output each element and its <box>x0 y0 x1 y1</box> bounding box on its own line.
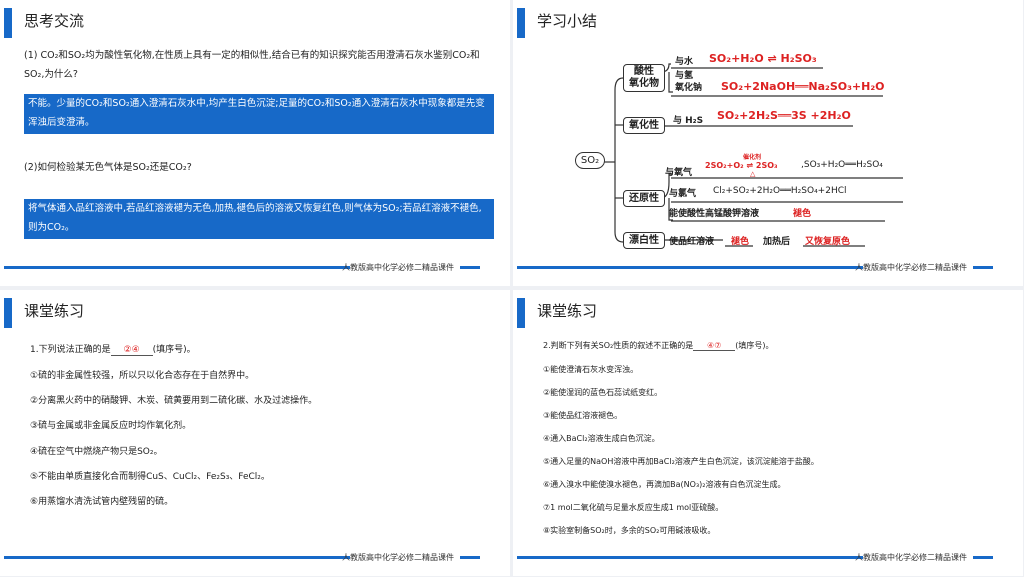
node-oxidizing: 氧化性 <box>623 117 665 134</box>
slide-practice-1: 课堂练习 1.下列说法正确的是 ②④ (填序号)。 ①硫的非金属性较强，所以只以化合… <box>0 290 510 576</box>
footer-text: 人教版高中化学必修二精品课件 <box>855 263 967 272</box>
eq-with-h2s: SO₂+2H₂S══3S +2H₂O <box>717 109 851 122</box>
label-with-h2s: 与 H₂S <box>673 116 704 126</box>
question-2: (2)如何检验某无色气体是SO₂还是CO₂? <box>24 162 192 173</box>
option-item: ②能使湿润的蓝色石蕊试纸变红。 <box>543 388 663 397</box>
kmno4-result: 褪色 <box>793 209 812 219</box>
footer-line-end <box>460 266 480 269</box>
answer-fill: ④⑦ <box>693 341 736 351</box>
footer-text: 人教版高中化学必修二精品课件 <box>342 553 454 562</box>
option-item: ①硫的非金属性较强，所以只以化合态存在于自然界中。 <box>30 371 255 381</box>
footer-line <box>517 266 863 269</box>
slide-summary: 学习小结 SO₂ 酸性 氧化物 与水 SO₂+H₂O ⇌ H₂SO₃ 与氢 氧化… <box>513 0 1023 286</box>
footer-line-end <box>973 556 993 559</box>
question-suffix: (填序号)。 <box>152 345 196 355</box>
title-accent-bar <box>517 298 525 328</box>
eq-with-chlorine: Cl₂+SO₂+2H₂O══H₂SO₄+2HCl <box>713 186 847 196</box>
slide-title: 课堂练习 <box>24 302 85 320</box>
option-item: ④通入BaCl₂溶液生成白色沉淀。 <box>543 434 660 443</box>
question-1: (1) CO₂和SO₂均为酸性氧化物,在性质上具有一定的相似性,结合已有的知识探… <box>24 50 480 80</box>
question-line: 2.判断下列有关SO₂性质的叙述不正确的是 ④⑦ (填序号)。 <box>543 340 773 351</box>
question-prefix: 2.判断下列有关SO₂性质的叙述不正确的是 <box>543 341 694 350</box>
answer-fill: ②④ <box>110 345 153 356</box>
title-accent-bar <box>4 8 12 38</box>
eq-with-naoh: SO₂+2NaOH══Na₂SO₃+H₂O <box>721 80 885 93</box>
footer-line-end <box>460 556 480 559</box>
node-reducing: 还原性 <box>623 190 665 207</box>
label-with-oxygen: 与氧气 <box>665 168 693 178</box>
slide-title: 思考交流 <box>24 12 85 30</box>
option-item: ⑤通入足量的NaOH溶液中再加BaCl₂溶液产生白色沉淀，该沉淀能溶于盐酸。 <box>543 457 819 466</box>
eq-with-water: SO₂+H₂O ⇌ H₂SO₃ <box>709 52 817 65</box>
option-item: ②分离黑火药中的硝酸钾、木炭、硫黄要用到二硫化碳、水及过滤操作。 <box>30 396 318 406</box>
bleach-result: 褪色 <box>731 237 750 247</box>
slide-practice-2: 课堂练习 2.判断下列有关SO₂性质的叙述不正确的是 ④⑦ (填序号)。 ①能使澄清… <box>513 290 1023 576</box>
footer-line <box>4 266 350 269</box>
node-acidic-oxide: 酸性 氧化物 <box>623 64 665 92</box>
option-item: ③硫与金属或非金属反应时均作氧化剂。 <box>30 421 192 431</box>
answer-box-1: 不能。少量的CO₂和SO₂通入澄清石灰水中,均产生白色沉淀;足量的CO₂和SO₂… <box>24 94 494 134</box>
eq-with-oxygen: 2SO₂+O₂ ⇌ 2SO₃ <box>705 161 778 170</box>
mind-map-lines <box>601 63 903 247</box>
slide-title: 课堂练习 <box>537 302 598 320</box>
option-item: ③能使品红溶液褪色。 <box>543 411 623 420</box>
heat-symbol: △ <box>750 170 756 178</box>
footer-line <box>4 556 350 559</box>
label-with-chlorine: 与氯气 <box>669 189 697 199</box>
question-line: 1.下列说法正确的是 ②④ (填序号)。 <box>30 342 196 356</box>
option-item: ④硫在空气中燃烧产物只是SO₂。 <box>30 447 163 457</box>
option-item: ⑤不能由单质直接化合而制得CuS、CuCl₂、Fe₂S₃、FeCl₂。 <box>30 472 270 482</box>
footer-text: 人教版高中化学必修二精品课件 <box>342 263 454 272</box>
footer-line-end <box>973 266 993 269</box>
answer-box-2: 将气体通入品红溶液中,若品红溶液褪为无色,加热,褪色后的溶液又恢复红色,则气体为… <box>24 199 494 239</box>
label-magenta: 使品红溶液 <box>669 237 715 247</box>
bleach-result-restore: 又恢复原色 <box>805 237 851 247</box>
root-node-so2: SO₂ <box>575 152 605 169</box>
option-item: ⑦1 mol二氧化硫与足量水反应生成1 mol亚硫酸。 <box>543 503 724 512</box>
option-item: ①能使澄清石灰水变浑浊。 <box>543 365 639 374</box>
footer-text: 人教版高中化学必修二精品课件 <box>855 553 967 562</box>
option-item: ⑧实验室制备SO₂时，多余的SO₂可用碱液吸收。 <box>543 526 716 535</box>
label-after-heating: 加热后 <box>763 237 791 247</box>
label-kmno4: 能使酸性高锰酸钾溶液 <box>669 209 760 219</box>
question-suffix: (填序号)。 <box>735 341 774 350</box>
label-with-water: 与水 <box>675 57 694 67</box>
option-item: ⑥用蒸馏水清洗试管内壁残留的硫。 <box>30 497 174 507</box>
label-with-naoh: 与氢 氧化钠 <box>675 71 703 93</box>
node-bleaching: 漂白性 <box>623 232 665 249</box>
title-accent-bar <box>4 298 12 328</box>
option-item: ⑥通入溴水中能使溴水褪色，再滴加Ba(NO₃)₂溶液有白色沉淀生成。 <box>543 480 786 489</box>
eq-so3-water: ,SO₃+H₂O══H₂SO₄ <box>801 160 883 170</box>
question-prefix: 1.下列说法正确的是 <box>30 345 111 355</box>
footer-line <box>517 556 863 559</box>
slide-thinking-exchange: 思考交流 (1) CO₂和SO₂均为酸性氧化物,在性质上具有一定的相似性,结合已… <box>0 0 510 286</box>
catalyst-label: 催化剂 <box>743 154 762 161</box>
